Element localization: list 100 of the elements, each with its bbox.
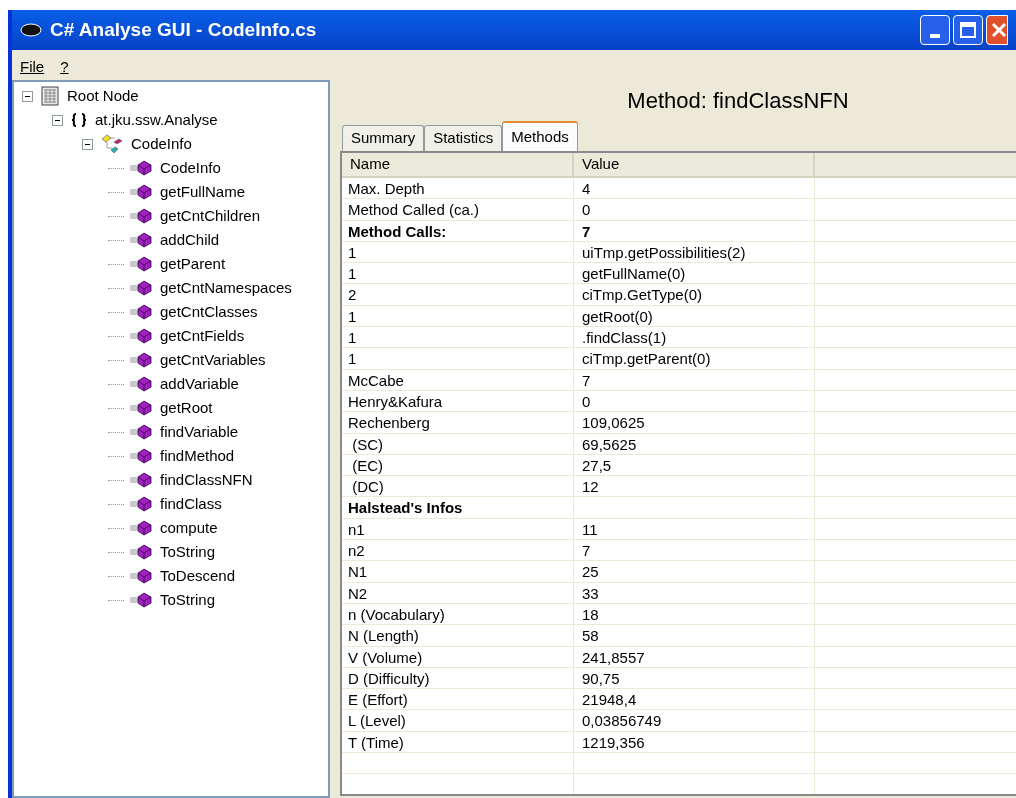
class-icon: [101, 133, 123, 155]
method-icon: [128, 352, 152, 368]
tree-item[interactable]: getFullName: [160, 180, 246, 204]
table-cell: 1: [342, 327, 574, 349]
collapse-toggle[interactable]: [52, 114, 63, 126]
tree-item[interactable]: findClass: [160, 492, 222, 516]
table-cell: McCabe: [342, 369, 574, 391]
menu-item[interactable]: ?: [60, 55, 69, 79]
table-cell: 1: [342, 241, 574, 264]
table-cell: 0: [574, 390, 815, 413]
table-cell: Henry&Kafura: [342, 390, 574, 413]
method-icon: [128, 520, 152, 536]
document-icon: [41, 86, 59, 106]
tree-item[interactable]: findClassNFN: [160, 468, 253, 492]
table-cell: 21948,4: [574, 689, 815, 711]
tree-item[interactable]: compute: [160, 516, 218, 540]
method-icon: [128, 328, 152, 344]
collapse-toggle[interactable]: [22, 90, 33, 102]
method-icon: [128, 424, 152, 440]
table-cell: .findClass(1): [574, 327, 815, 349]
table-cell: 90,75: [574, 667, 815, 690]
table-cell: Rechenberg: [342, 412, 574, 434]
table-cell: Max. Depth: [342, 178, 574, 200]
table-cell: ciTmp.GetType(0): [574, 284, 815, 306]
table-cell: V (Volume): [342, 646, 574, 668]
tree-item[interactable]: Root Node: [67, 84, 139, 108]
method-icon: [128, 400, 152, 416]
table-cell: T (Time): [342, 731, 574, 753]
method-icon: [128, 568, 152, 584]
tree-item[interactable]: addVariable: [160, 372, 239, 396]
table-cell: 241,8557: [574, 646, 815, 668]
table-cell: 12: [574, 476, 815, 498]
close-button[interactable]: [986, 15, 1008, 45]
tree-item[interactable]: ToDescend: [160, 564, 236, 588]
table-cell: 33: [574, 582, 815, 604]
collapse-toggle[interactable]: [82, 138, 93, 150]
table-cell: 1: [342, 348, 574, 370]
column-header[interactable]: Name: [342, 153, 574, 178]
method-icon: [128, 376, 152, 392]
table-cell: 2: [342, 284, 574, 306]
method-icon: [128, 304, 152, 320]
tab[interactable]: Statistics: [424, 125, 503, 151]
tab[interactable]: Summary: [342, 125, 425, 151]
table-cell: 7: [574, 369, 815, 391]
method-icon: [128, 280, 152, 296]
tree-item[interactable]: getCntChildren: [160, 204, 261, 228]
tree-item[interactable]: CodeInfo: [160, 156, 221, 180]
table-cell: 18: [574, 603, 815, 626]
tree-item[interactable]: getCntNamespaces: [160, 276, 292, 300]
tree-item[interactable]: findMethod: [160, 444, 235, 468]
table-cell: L (Level): [342, 710, 574, 732]
method-icon: [128, 544, 152, 560]
tree-item[interactable]: getCntFields: [160, 324, 245, 348]
tree-item[interactable]: CodeInfo: [131, 132, 192, 156]
table-cell: n2: [342, 540, 574, 562]
table-cell: (DC): [342, 476, 574, 498]
braces-icon: [71, 112, 87, 128]
tree-item[interactable]: getParent: [160, 252, 226, 276]
column-header[interactable]: Value: [574, 153, 815, 178]
app-logo-icon: [20, 23, 42, 37]
tree-item[interactable]: ToString: [160, 588, 216, 612]
table-cell: 27,5: [574, 454, 815, 477]
method-heading: Method: findClassNFN: [626, 87, 850, 115]
method-icon: [128, 160, 152, 176]
table-cell: ciTmp.getParent(0): [574, 348, 815, 370]
window-title: C# Analyse GUI - CodeInfo.cs: [50, 17, 317, 42]
tree-item[interactable]: getRoot: [160, 396, 213, 420]
table-cell: 58: [574, 625, 815, 647]
tab[interactable]: Methods: [502, 121, 578, 151]
tree-item[interactable]: ToString: [160, 540, 216, 564]
method-icon: [128, 184, 152, 200]
method-icon: [128, 496, 152, 512]
table-cell: 7: [574, 220, 815, 242]
method-icon: [128, 472, 152, 488]
method-icon: [128, 232, 152, 248]
table-cell: N (Length): [342, 625, 574, 647]
table-cell: 109,0625: [574, 412, 815, 434]
menu-item[interactable]: File: [20, 55, 45, 79]
table-cell: n (Vocabulary): [342, 603, 574, 626]
method-icon: [128, 592, 152, 608]
tree-item[interactable]: at.jku.ssw.Analyse: [95, 108, 218, 132]
table-cell: (SC): [342, 433, 574, 455]
table-cell: D (Difficulty): [342, 667, 574, 690]
tree-item[interactable]: addChild: [160, 228, 220, 252]
method-icon: [128, 208, 152, 224]
tree-item[interactable]: getCntVariables: [160, 348, 266, 372]
minimize-button[interactable]: [920, 15, 950, 45]
tree-item[interactable]: getCntClasses: [160, 300, 258, 324]
close-icon: [991, 22, 1007, 38]
method-icon: [128, 256, 152, 272]
maximize-button[interactable]: [953, 15, 983, 45]
table-cell: 25: [574, 561, 815, 583]
table-cell: 1219,356: [574, 731, 815, 753]
table-cell: 11: [574, 518, 815, 541]
table-cell: 7: [574, 540, 815, 562]
table-cell: N1: [342, 561, 574, 583]
table-cell: uiTmp.getPossibilities(2): [574, 241, 815, 264]
table-cell: Halstead's Infos: [342, 497, 574, 519]
table-cell: getFullName(0): [574, 263, 815, 285]
tree-item[interactable]: findVariable: [160, 420, 239, 444]
